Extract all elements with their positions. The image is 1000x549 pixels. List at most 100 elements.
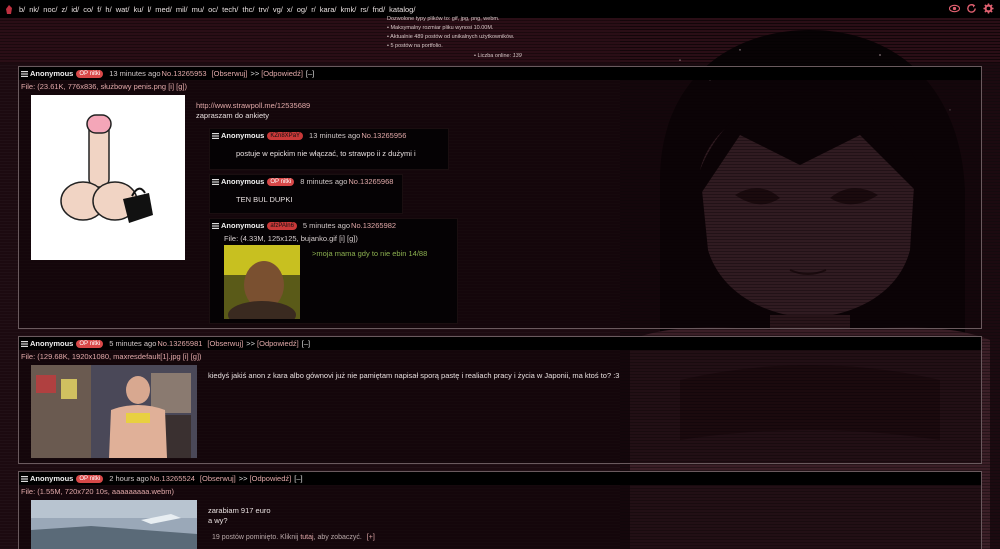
post-body: http://www.strawpoll.me/12535689 zaprasz… [196,101,310,121]
post-number[interactable]: No.13265956 [361,131,406,140]
reply-button[interactable]: [Odpowiedź] [257,339,299,348]
post-time: 13 minutes ago [309,131,361,140]
menu-icon[interactable] [212,222,219,229]
board-link[interactable]: og/ [297,5,307,14]
gear-icon[interactable] [983,3,994,14]
post-header: Anonymous OP nitki 8 minutes ago No.1326… [210,175,402,188]
eye-icon[interactable] [949,3,960,14]
board-link[interactable]: wat/ [116,5,130,14]
post-text: TEN BUL DUPKI [236,195,293,204]
file-details[interactable]: (4.33M, 125x125, bujanko.gif [240,234,337,243]
watch-button[interactable]: [Obserwuj] [212,69,248,78]
post-video[interactable] [31,500,197,549]
board-link[interactable]: oc/ [208,5,218,14]
op-badge: OP nitki [76,339,104,348]
expand-button[interactable]: [+] [367,534,375,541]
poster-name: Anonymous [30,69,74,78]
file-label: File: [21,82,36,91]
post-number[interactable]: No.13265982 [351,221,396,230]
post-number[interactable]: No.13265524 [150,474,195,483]
board-link[interactable]: z/ [61,5,67,14]
board-link[interactable]: fnd/ [373,5,386,14]
poster-name: Anonymous [30,474,74,483]
post-text: zapraszam do ankiety [196,111,269,120]
post-number[interactable]: No.13265968 [348,177,393,186]
board-link[interactable]: noc/ [43,5,57,14]
site-logo-icon[interactable] [6,4,13,14]
thread: Anonymous OP nitki 2 hours ago No.132655… [18,471,982,549]
show-omitted-link[interactable]: tutaj [300,534,313,541]
post-link[interactable]: http://www.strawpoll.me/12535689 [196,101,310,111]
board-link[interactable]: rs/ [360,5,368,14]
file-label: File: [21,487,36,496]
info-line: • Maksymalny rozmiar pliku wynosi 10.00M… [387,25,494,31]
board-link[interactable]: mil/ [176,5,188,14]
post-header: Anonymous OP nitki 5 minutes ago No.1326… [19,337,981,350]
menu-icon[interactable] [212,178,219,185]
collapse-button[interactable]: [–] [306,69,314,78]
online-counter: • Liczba online: 139 [474,53,522,59]
board-link[interactable]: f/ [97,5,101,14]
poster-name: Anonymous [221,131,265,140]
watch-button[interactable]: [Obserwuj] [200,474,236,483]
menu-icon[interactable] [21,70,28,77]
file-info: File: (23.61K, 776x836, służbowy penis.p… [19,82,981,91]
board-link[interactable]: ku/ [133,5,143,14]
collapse-button[interactable]: [–] [294,474,302,483]
board-link[interactable]: r/ [311,5,316,14]
poster-name: Anonymous [221,177,265,186]
post-text-line: a wy? [208,516,228,525]
menu-icon[interactable] [21,340,28,347]
op-badge: OP nitki [76,474,104,483]
board-link[interactable]: l/ [147,5,151,14]
file-details[interactable]: (129.68K, 1920x1080, maxresdefault[1].jp… [37,352,180,361]
post-image[interactable] [31,95,185,260]
reply-button[interactable]: [Odpowiedź] [250,474,292,483]
post-text: kiedyś jakiś anon z kara albo gównovi ju… [208,371,620,380]
post-header: Anonymous KZn8XPaY 13 minutes ago No.132… [210,129,448,142]
board-link[interactable]: b/ [19,5,25,14]
online-count: 139 [512,53,522,59]
online-label: • Liczba online: [474,53,512,59]
board-link[interactable]: trv/ [258,5,268,14]
file-info: File: (129.68K, 1920x1080, maxresdefault… [19,352,981,361]
op-badge: OP nitki [76,69,104,78]
board-link[interactable]: tech/ [222,5,238,14]
file-links[interactable]: [i] [g]) [168,82,187,91]
collapse-button[interactable]: [–] [302,339,310,348]
board-link[interactable]: h/ [105,5,111,14]
post-header: Anonymous OP nitki 13 minutes ago No.132… [19,67,981,80]
file-details[interactable]: (1.55M, 720x720 10s, aaaaaaaaa.webm) [37,487,174,496]
info-line: • 5 postów na portfolio. [387,43,443,49]
board-link[interactable]: mu/ [192,5,205,14]
omitted-posts-notice: 19 postów pominięto. Kliknij tutaj, aby … [212,534,375,541]
board-link[interactable]: thc/ [242,5,254,14]
menu-icon[interactable] [21,475,28,482]
board-link[interactable]: co/ [83,5,93,14]
file-links[interactable]: [i] [g]) [339,234,358,243]
reply-image[interactable] [224,245,300,319]
post-image[interactable] [31,365,197,458]
post-number[interactable]: No.13265981 [157,339,202,348]
board-link[interactable]: nk/ [29,5,39,14]
board-link[interactable]: x/ [287,5,293,14]
board-link[interactable]: katalog/ [389,5,415,14]
post-time: 13 minutes ago [109,69,161,78]
file-links[interactable]: [i] [g]) [183,352,202,361]
reply-button[interactable]: [Odpowiedź] [261,69,303,78]
file-info: File: (4.33M, 125x125, bujanko.gif [i] [… [210,234,457,243]
board-link[interactable]: id/ [71,5,79,14]
board-link[interactable]: med/ [155,5,172,14]
post-number[interactable]: No.13265953 [162,69,207,78]
board-link[interactable]: kara/ [320,5,337,14]
drawing-image [60,114,153,223]
omitted-text: 19 postów pominięto. Kliknij [212,534,299,541]
watch-button[interactable]: [Obserwuj] [207,339,243,348]
file-label: File: [224,234,239,243]
board-link[interactable]: vg/ [273,5,283,14]
board-link[interactable]: kmk/ [340,5,356,14]
refresh-icon[interactable] [966,3,977,14]
file-details[interactable]: (23.61K, 776x836, służbowy penis.png [37,82,166,91]
post-header: Anonymous OP nitki 2 hours ago No.132655… [19,472,981,485]
menu-icon[interactable] [212,132,219,139]
